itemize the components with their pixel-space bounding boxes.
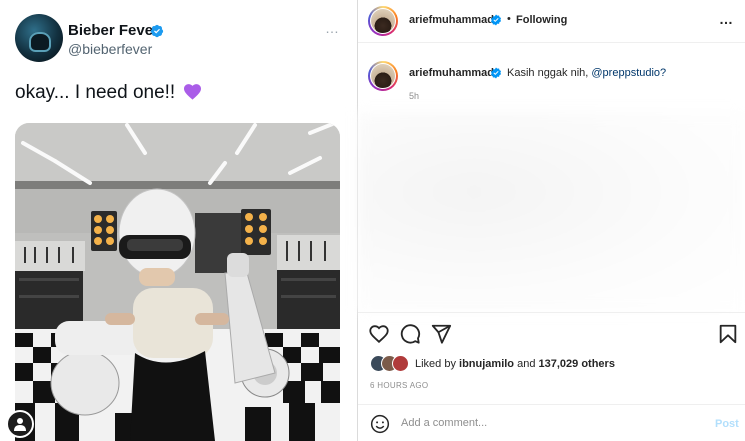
more-options-icon[interactable]: …: [719, 11, 733, 27]
tweet-card: Bieber Fever @bieberfever … okay... I ne…: [0, 0, 357, 441]
caption-text: Kasih nggak nih, @preppstudio?: [507, 67, 666, 79]
caption-body: Kasih nggak nih,: [507, 67, 592, 79]
tweet-display-name[interactable]: Bieber Fever: [68, 22, 159, 39]
tweet-text-content: okay... I need one!!: [15, 82, 176, 103]
likes-middle: and: [514, 358, 539, 370]
tweet-text: okay... I need one!!: [15, 82, 202, 104]
comment-icon[interactable]: [399, 323, 421, 345]
user-account-icon[interactable]: [6, 410, 34, 438]
comment-input[interactable]: [401, 417, 701, 429]
person-icon: [14, 418, 26, 431]
purple-heart-icon: [184, 84, 202, 100]
verified-badge-icon: [150, 24, 164, 38]
comment-divider: [358, 404, 745, 405]
likes-count-link[interactable]: 137,029 others: [539, 358, 615, 370]
photo-illustration: [15, 123, 340, 441]
heart-icon[interactable]: [368, 323, 390, 345]
caption-mention-link[interactable]: @preppstudio?: [591, 67, 666, 79]
caption-timestamp[interactable]: 5h: [409, 91, 419, 101]
verified-badge-icon: [490, 67, 502, 79]
first-liker-link[interactable]: ibnujamilo: [459, 358, 514, 370]
instagram-post: ariefmuhammad • Following … ariefmuhamma…: [358, 0, 745, 441]
tweet-photo[interactable]: [15, 123, 340, 441]
tweet-handle[interactable]: @bieberfever: [68, 41, 152, 57]
following-button[interactable]: Following: [516, 14, 567, 26]
post-author-avatar[interactable]: [368, 6, 398, 36]
emoji-icon[interactable]: [370, 414, 390, 434]
liker-avatar: [392, 355, 409, 372]
likes-summary: Liked by ibnujamilo and 137,029 others: [415, 358, 615, 370]
post-comment-button[interactable]: Post: [715, 418, 739, 430]
header-divider: [358, 42, 745, 43]
actions-divider: [358, 312, 745, 313]
separator-dot: •: [507, 13, 511, 25]
share-icon[interactable]: [430, 323, 452, 345]
comments-area: [358, 112, 745, 312]
caption-username[interactable]: ariefmuhammad: [409, 67, 494, 79]
post-author-username[interactable]: ariefmuhammad: [409, 14, 494, 26]
bookmark-icon[interactable]: [717, 323, 739, 345]
tweet-avatar[interactable]: [15, 14, 63, 62]
liker-avatars[interactable]: [370, 355, 414, 373]
post-timestamp[interactable]: 6 HOURS AGO: [370, 381, 428, 390]
verified-badge-icon: [490, 14, 502, 26]
likes-prefix: Liked by: [415, 358, 460, 370]
caption-author-avatar[interactable]: [368, 61, 398, 91]
more-icon[interactable]: …: [325, 20, 340, 36]
